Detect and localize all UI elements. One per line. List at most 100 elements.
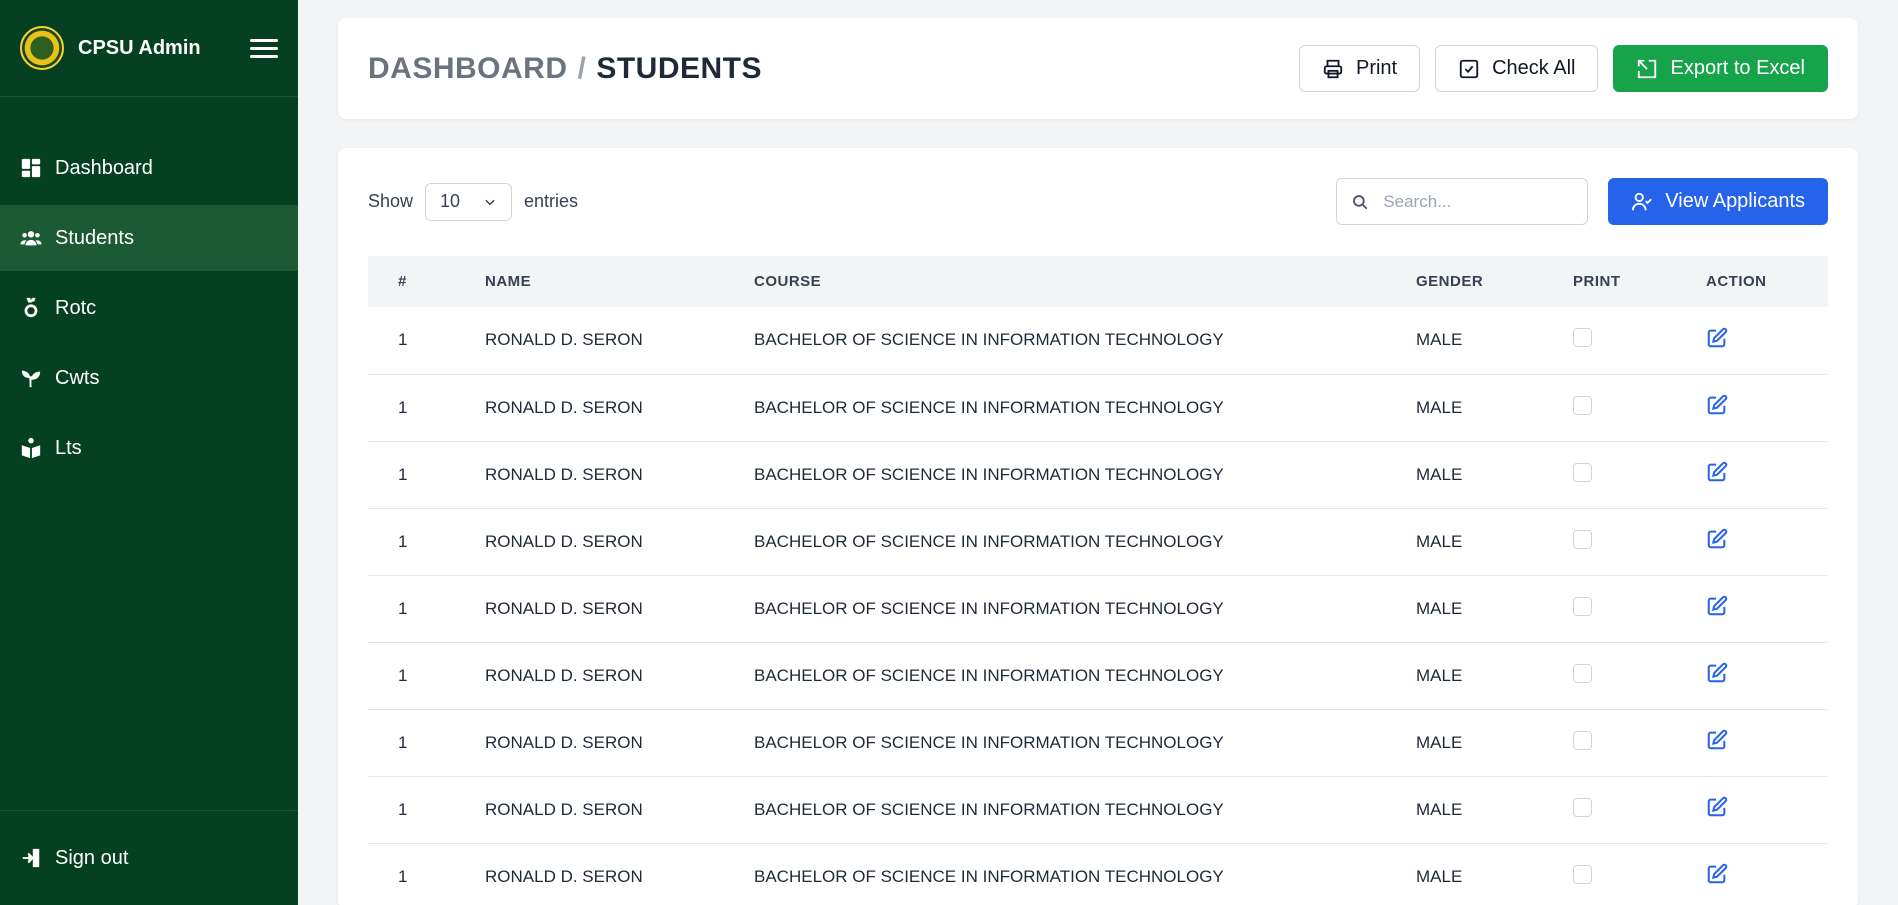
menu-toggle-icon[interactable] — [250, 38, 278, 58]
edit-icon[interactable] — [1706, 863, 1728, 889]
cell-print — [1573, 307, 1706, 375]
cell-gender: MALE — [1416, 441, 1573, 509]
table-body: 1 RONALD D. SERON BACHELOR OF SCIENCE IN I… — [368, 307, 1828, 905]
cell-print — [1573, 776, 1706, 844]
cell-action — [1706, 441, 1828, 509]
chevron-down-icon — [485, 199, 495, 205]
cell-action — [1706, 575, 1828, 643]
edit-icon[interactable] — [1706, 595, 1728, 621]
sidebar: CPSU Admin Dashboard Students Rotc Cwts … — [0, 0, 298, 905]
page-title: STUDENTS — [596, 51, 763, 85]
export-label: Export to Excel — [1670, 57, 1805, 79]
cell-print — [1573, 575, 1706, 643]
edit-icon[interactable] — [1706, 528, 1728, 554]
cell-gender: MALE — [1416, 575, 1573, 643]
table-row: 1 RONALD D. SERON BACHELOR OF SCIENCE IN I… — [368, 776, 1828, 844]
cell-number: 1 — [368, 307, 485, 375]
search-area: View Applicants — [1336, 178, 1828, 225]
view-applicants-button[interactable]: View Applicants — [1608, 178, 1828, 225]
entries-value: 10 — [440, 191, 461, 211]
cell-print — [1573, 642, 1706, 710]
sidebar-item-label: Lts — [55, 436, 82, 459]
search-icon — [1353, 194, 1368, 209]
cell-gender: MALE — [1416, 508, 1573, 576]
search-box[interactable] — [1336, 178, 1589, 225]
table-row: 1 RONALD D. SERON BACHELOR OF SCIENCE IN I… — [368, 843, 1828, 905]
cell-action — [1706, 843, 1828, 905]
edit-icon[interactable] — [1706, 662, 1728, 688]
breadcrumb-separator: / — [577, 51, 587, 85]
edit-icon[interactable] — [1706, 461, 1728, 487]
main-content: DASHBOARD / STUDENTS Print Check All Expor… — [298, 0, 1898, 905]
cell-course: BACHELOR OF SCIENCE IN INFORMATION TECHN… — [754, 307, 1416, 375]
cell-number: 1 — [368, 374, 485, 442]
sidebar-item-dashboard[interactable]: Dashboard — [0, 135, 298, 201]
print-checkbox[interactable] — [1573, 864, 1592, 884]
cell-course: BACHELOR OF SCIENCE IN INFORMATION TECHN… — [754, 709, 1416, 777]
sidebar-item-students[interactable]: Students — [0, 205, 298, 271]
cell-print — [1573, 843, 1706, 905]
cell-number: 1 — [368, 709, 485, 777]
column-header-gender[interactable]: GENDER — [1416, 256, 1573, 307]
cell-name: RONALD D. SERON — [485, 843, 754, 905]
sidebar-nav: Dashboard Students Rotc Cwts Lts — [0, 135, 298, 485]
table-row: 1 RONALD D. SERON BACHELOR OF SCIENCE IN I… — [368, 709, 1828, 777]
column-header-print[interactable]: PRINT — [1573, 256, 1706, 307]
table-row: 1 RONALD D. SERON BACHELOR OF SCIENCE IN I… — [368, 441, 1828, 509]
check-all-button[interactable]: Check All — [1435, 45, 1599, 92]
cell-course: BACHELOR OF SCIENCE IN INFORMATION TECHN… — [754, 374, 1416, 442]
cell-number: 1 — [368, 642, 485, 710]
table-header-row: # NAME COURSE GENDER PRINT ACTION — [368, 256, 1828, 307]
print-checkbox[interactable] — [1573, 663, 1592, 683]
column-header-number[interactable]: # — [368, 256, 485, 307]
cell-gender: MALE — [1416, 709, 1573, 777]
print-checkbox[interactable] — [1573, 328, 1592, 348]
cell-print — [1573, 441, 1706, 509]
cell-course: BACHELOR OF SCIENCE IN INFORMATION TECHN… — [754, 843, 1416, 905]
sidebar-item-cwts[interactable]: Cwts — [0, 345, 298, 411]
app-title: CPSU Admin — [78, 36, 201, 59]
cell-number: 1 — [368, 776, 485, 844]
cell-print — [1573, 508, 1706, 576]
print-checkbox[interactable] — [1573, 797, 1592, 817]
edit-icon[interactable] — [1706, 327, 1728, 353]
cell-course: BACHELOR OF SCIENCE IN INFORMATION TECHN… — [754, 776, 1416, 844]
print-checkbox[interactable] — [1573, 730, 1592, 750]
print-checkbox[interactable] — [1573, 395, 1592, 415]
dashboard-icon — [20, 157, 42, 179]
print-checkbox[interactable] — [1573, 462, 1592, 482]
cell-gender: MALE — [1416, 642, 1573, 710]
column-header-course[interactable]: COURSE — [754, 256, 1416, 307]
cell-name: RONALD D. SERON — [485, 374, 754, 442]
edit-icon[interactable] — [1706, 394, 1728, 420]
entries-select[interactable]: 10 — [425, 182, 513, 221]
breadcrumb-root[interactable]: DASHBOARD — [368, 52, 568, 85]
cell-name: RONALD D. SERON — [485, 575, 754, 643]
cell-name: RONALD D. SERON — [485, 508, 754, 576]
entries-length: Show 10 entries — [368, 182, 578, 221]
sidebar-item-lts[interactable]: Lts — [0, 415, 298, 481]
edit-icon[interactable] — [1706, 796, 1728, 822]
students-table-card: Show 10 entries View Applicants — [338, 148, 1858, 905]
search-input[interactable] — [1383, 191, 1564, 212]
print-checkbox[interactable] — [1573, 596, 1592, 616]
table-row: 1 RONALD D. SERON BACHELOR OF SCIENCE IN I… — [368, 374, 1828, 442]
sign-out-button[interactable]: Sign out — [0, 810, 298, 905]
sidebar-item-rotc[interactable]: Rotc — [0, 275, 298, 341]
edit-icon[interactable] — [1706, 729, 1728, 755]
breadcrumb: DASHBOARD / STUDENTS — [368, 52, 762, 86]
column-header-name[interactable]: NAME — [485, 256, 754, 307]
view-applicants-label: View Applicants — [1665, 190, 1805, 212]
sidebar-item-label: Dashboard — [55, 156, 153, 179]
sprout-icon — [20, 367, 42, 389]
export-excel-button[interactable]: Export to Excel — [1613, 45, 1828, 92]
book-reader-icon — [20, 437, 42, 459]
column-header-action[interactable]: ACTION — [1706, 256, 1828, 307]
check-all-label: Check All — [1492, 57, 1576, 79]
print-checkbox[interactable] — [1573, 529, 1592, 549]
cell-number: 1 — [368, 441, 485, 509]
print-button[interactable]: Print — [1298, 45, 1421, 92]
cell-print — [1573, 709, 1706, 777]
sign-out-icon — [20, 847, 42, 869]
cell-name: RONALD D. SERON — [485, 642, 754, 710]
